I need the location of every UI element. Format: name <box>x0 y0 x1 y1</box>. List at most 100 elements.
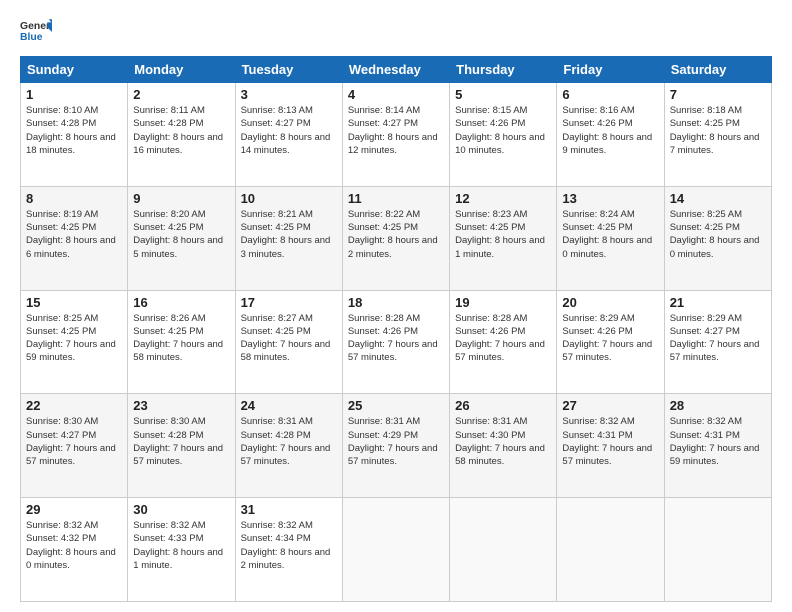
day-info: Sunrise: 8:26 AM Sunset: 4:25 PM Dayligh… <box>133 312 229 365</box>
svg-text:Blue: Blue <box>20 32 43 43</box>
day-number: 8 <box>26 191 122 206</box>
day-info: Sunrise: 8:14 AM Sunset: 4:27 PM Dayligh… <box>348 104 444 157</box>
calendar-cell: 1 Sunrise: 8:10 AM Sunset: 4:28 PM Dayli… <box>21 83 128 187</box>
calendar-cell: 25 Sunrise: 8:31 AM Sunset: 4:29 PM Dayl… <box>342 394 449 498</box>
day-number: 18 <box>348 295 444 310</box>
day-number: 27 <box>562 398 658 413</box>
day-info: Sunrise: 8:30 AM Sunset: 4:28 PM Dayligh… <box>133 415 229 468</box>
calendar-cell: 8 Sunrise: 8:19 AM Sunset: 4:25 PM Dayli… <box>21 186 128 290</box>
day-info: Sunrise: 8:27 AM Sunset: 4:25 PM Dayligh… <box>241 312 337 365</box>
day-info: Sunrise: 8:31 AM Sunset: 4:30 PM Dayligh… <box>455 415 551 468</box>
col-header-sunday: Sunday <box>21 57 128 83</box>
day-number: 26 <box>455 398 551 413</box>
day-number: 11 <box>348 191 444 206</box>
col-header-wednesday: Wednesday <box>342 57 449 83</box>
day-number: 13 <box>562 191 658 206</box>
calendar-cell: 27 Sunrise: 8:32 AM Sunset: 4:31 PM Dayl… <box>557 394 664 498</box>
calendar-cell <box>450 498 557 602</box>
calendar-cell: 24 Sunrise: 8:31 AM Sunset: 4:28 PM Dayl… <box>235 394 342 498</box>
day-number: 20 <box>562 295 658 310</box>
calendar-cell: 5 Sunrise: 8:15 AM Sunset: 4:26 PM Dayli… <box>450 83 557 187</box>
calendar-cell: 19 Sunrise: 8:28 AM Sunset: 4:26 PM Dayl… <box>450 290 557 394</box>
calendar-cell: 28 Sunrise: 8:32 AM Sunset: 4:31 PM Dayl… <box>664 394 771 498</box>
calendar-cell: 4 Sunrise: 8:14 AM Sunset: 4:27 PM Dayli… <box>342 83 449 187</box>
calendar-cell: 10 Sunrise: 8:21 AM Sunset: 4:25 PM Dayl… <box>235 186 342 290</box>
day-info: Sunrise: 8:24 AM Sunset: 4:25 PM Dayligh… <box>562 208 658 261</box>
calendar-cell: 17 Sunrise: 8:27 AM Sunset: 4:25 PM Dayl… <box>235 290 342 394</box>
day-number: 16 <box>133 295 229 310</box>
day-info: Sunrise: 8:10 AM Sunset: 4:28 PM Dayligh… <box>26 104 122 157</box>
day-number: 24 <box>241 398 337 413</box>
day-info: Sunrise: 8:19 AM Sunset: 4:25 PM Dayligh… <box>26 208 122 261</box>
calendar-cell: 22 Sunrise: 8:30 AM Sunset: 4:27 PM Dayl… <box>21 394 128 498</box>
day-info: Sunrise: 8:11 AM Sunset: 4:28 PM Dayligh… <box>133 104 229 157</box>
calendar-cell: 30 Sunrise: 8:32 AM Sunset: 4:33 PM Dayl… <box>128 498 235 602</box>
calendar-cell: 11 Sunrise: 8:22 AM Sunset: 4:25 PM Dayl… <box>342 186 449 290</box>
page-header: General Blue <box>20 16 772 48</box>
calendar-cell <box>557 498 664 602</box>
col-header-thursday: Thursday <box>450 57 557 83</box>
calendar-week-1: 1 Sunrise: 8:10 AM Sunset: 4:28 PM Dayli… <box>21 83 772 187</box>
day-number: 19 <box>455 295 551 310</box>
day-info: Sunrise: 8:28 AM Sunset: 4:26 PM Dayligh… <box>348 312 444 365</box>
day-info: Sunrise: 8:25 AM Sunset: 4:25 PM Dayligh… <box>670 208 766 261</box>
day-number: 1 <box>26 87 122 102</box>
day-number: 25 <box>348 398 444 413</box>
day-number: 12 <box>455 191 551 206</box>
calendar-cell: 12 Sunrise: 8:23 AM Sunset: 4:25 PM Dayl… <box>450 186 557 290</box>
calendar-cell: 31 Sunrise: 8:32 AM Sunset: 4:34 PM Dayl… <box>235 498 342 602</box>
day-number: 4 <box>348 87 444 102</box>
day-info: Sunrise: 8:32 AM Sunset: 4:31 PM Dayligh… <box>562 415 658 468</box>
col-header-friday: Friday <box>557 57 664 83</box>
calendar-cell: 13 Sunrise: 8:24 AM Sunset: 4:25 PM Dayl… <box>557 186 664 290</box>
calendar-cell: 26 Sunrise: 8:31 AM Sunset: 4:30 PM Dayl… <box>450 394 557 498</box>
day-number: 30 <box>133 502 229 517</box>
calendar-cell: 14 Sunrise: 8:25 AM Sunset: 4:25 PM Dayl… <box>664 186 771 290</box>
day-number: 17 <box>241 295 337 310</box>
calendar-cell: 29 Sunrise: 8:32 AM Sunset: 4:32 PM Dayl… <box>21 498 128 602</box>
day-info: Sunrise: 8:20 AM Sunset: 4:25 PM Dayligh… <box>133 208 229 261</box>
day-info: Sunrise: 8:22 AM Sunset: 4:25 PM Dayligh… <box>348 208 444 261</box>
calendar-cell: 23 Sunrise: 8:30 AM Sunset: 4:28 PM Dayl… <box>128 394 235 498</box>
calendar-cell <box>342 498 449 602</box>
calendar-cell <box>664 498 771 602</box>
day-number: 29 <box>26 502 122 517</box>
day-number: 22 <box>26 398 122 413</box>
day-number: 15 <box>26 295 122 310</box>
calendar-cell: 21 Sunrise: 8:29 AM Sunset: 4:27 PM Dayl… <box>664 290 771 394</box>
day-number: 21 <box>670 295 766 310</box>
calendar-cell: 6 Sunrise: 8:16 AM Sunset: 4:26 PM Dayli… <box>557 83 664 187</box>
day-info: Sunrise: 8:32 AM Sunset: 4:32 PM Dayligh… <box>26 519 122 572</box>
day-info: Sunrise: 8:13 AM Sunset: 4:27 PM Dayligh… <box>241 104 337 157</box>
day-info: Sunrise: 8:21 AM Sunset: 4:25 PM Dayligh… <box>241 208 337 261</box>
day-info: Sunrise: 8:29 AM Sunset: 4:26 PM Dayligh… <box>562 312 658 365</box>
calendar-table: SundayMondayTuesdayWednesdayThursdayFrid… <box>20 56 772 602</box>
calendar-week-4: 22 Sunrise: 8:30 AM Sunset: 4:27 PM Dayl… <box>21 394 772 498</box>
day-info: Sunrise: 8:25 AM Sunset: 4:25 PM Dayligh… <box>26 312 122 365</box>
calendar-header-row: SundayMondayTuesdayWednesdayThursdayFrid… <box>21 57 772 83</box>
day-number: 2 <box>133 87 229 102</box>
col-header-tuesday: Tuesday <box>235 57 342 83</box>
col-header-monday: Monday <box>128 57 235 83</box>
day-info: Sunrise: 8:32 AM Sunset: 4:34 PM Dayligh… <box>241 519 337 572</box>
day-info: Sunrise: 8:18 AM Sunset: 4:25 PM Dayligh… <box>670 104 766 157</box>
day-number: 14 <box>670 191 766 206</box>
day-info: Sunrise: 8:15 AM Sunset: 4:26 PM Dayligh… <box>455 104 551 157</box>
day-info: Sunrise: 8:32 AM Sunset: 4:33 PM Dayligh… <box>133 519 229 572</box>
day-info: Sunrise: 8:23 AM Sunset: 4:25 PM Dayligh… <box>455 208 551 261</box>
logo-icon: General Blue <box>20 16 52 48</box>
day-number: 28 <box>670 398 766 413</box>
col-header-saturday: Saturday <box>664 57 771 83</box>
calendar-cell: 9 Sunrise: 8:20 AM Sunset: 4:25 PM Dayli… <box>128 186 235 290</box>
calendar-cell: 7 Sunrise: 8:18 AM Sunset: 4:25 PM Dayli… <box>664 83 771 187</box>
day-info: Sunrise: 8:28 AM Sunset: 4:26 PM Dayligh… <box>455 312 551 365</box>
day-number: 23 <box>133 398 229 413</box>
calendar-cell: 16 Sunrise: 8:26 AM Sunset: 4:25 PM Dayl… <box>128 290 235 394</box>
day-number: 3 <box>241 87 337 102</box>
calendar-cell: 15 Sunrise: 8:25 AM Sunset: 4:25 PM Dayl… <box>21 290 128 394</box>
day-info: Sunrise: 8:30 AM Sunset: 4:27 PM Dayligh… <box>26 415 122 468</box>
calendar-week-5: 29 Sunrise: 8:32 AM Sunset: 4:32 PM Dayl… <box>21 498 772 602</box>
calendar-cell: 3 Sunrise: 8:13 AM Sunset: 4:27 PM Dayli… <box>235 83 342 187</box>
day-number: 5 <box>455 87 551 102</box>
day-number: 31 <box>241 502 337 517</box>
